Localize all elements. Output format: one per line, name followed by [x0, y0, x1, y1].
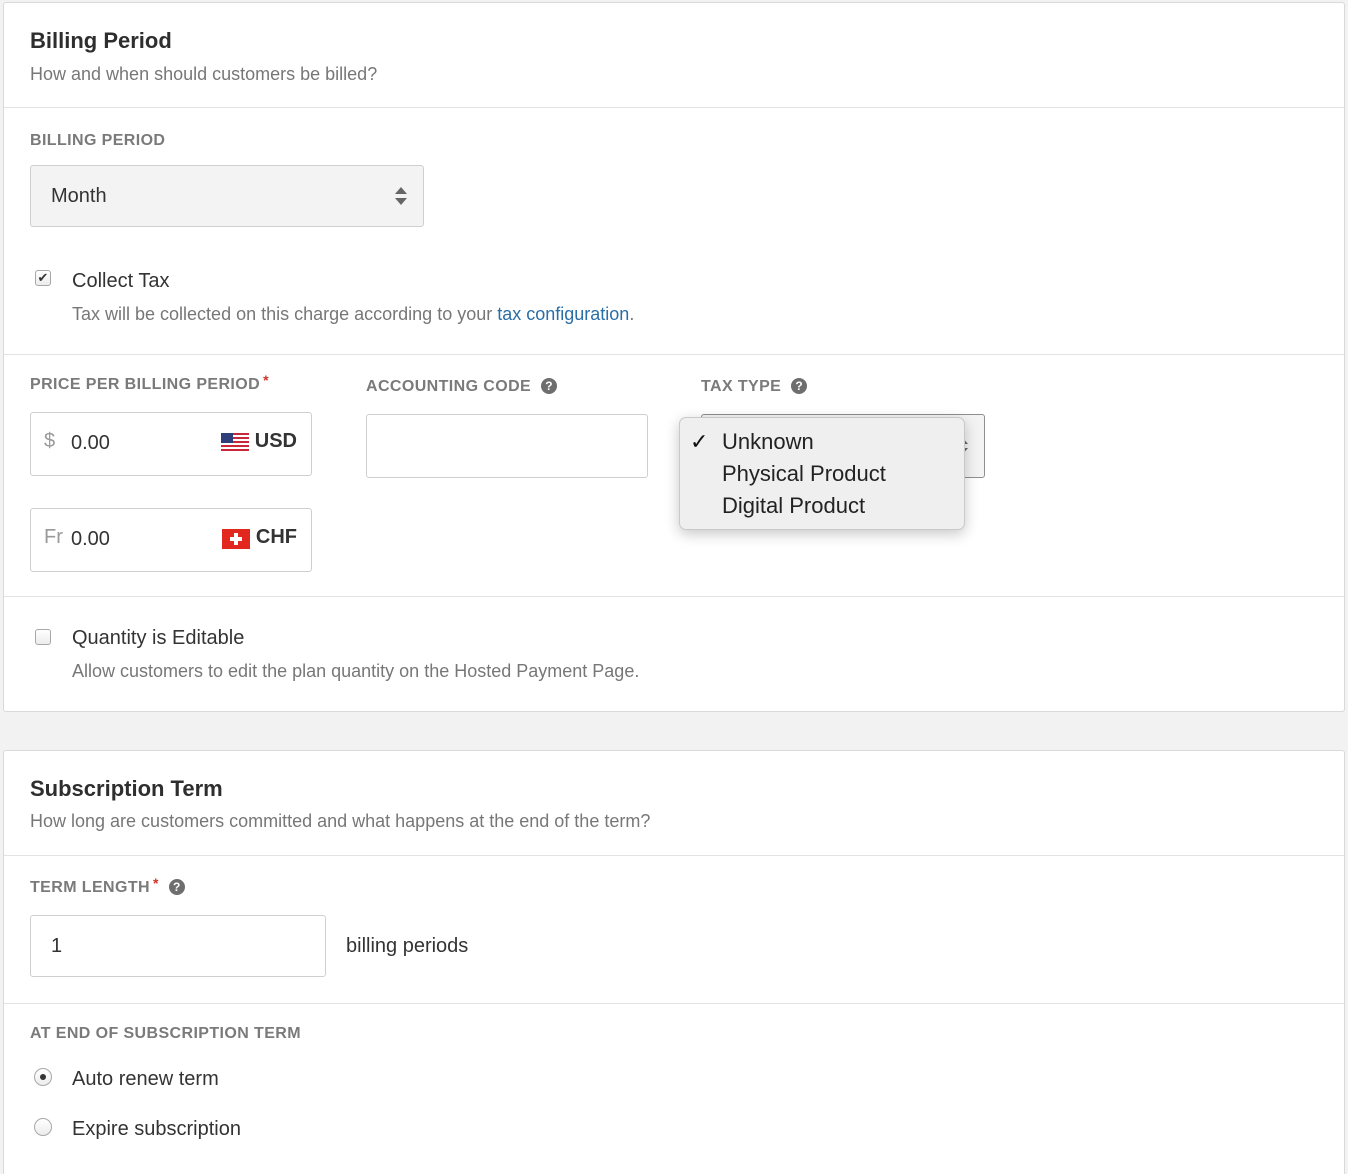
- tax-configuration-link[interactable]: tax configuration: [497, 304, 629, 324]
- billing-period-value: Month: [51, 184, 107, 207]
- billing-subtitle: How and when should customers be billed?: [30, 64, 378, 84]
- tax-type-option-unknown[interactable]: Unknown: [722, 429, 814, 455]
- tax-type-label-text: TAX TYPE: [701, 378, 782, 395]
- tax-type-option-digital[interactable]: Digital Product: [722, 493, 865, 519]
- term-subtitle: How long are customers committed and wha…: [30, 811, 651, 831]
- radio-selected-dot: [40, 1074, 46, 1080]
- term-length-input[interactable]: 1: [30, 915, 326, 977]
- expire-subscription-radio[interactable]: [34, 1118, 52, 1136]
- franc-symbol: Fr: [44, 526, 63, 548]
- price-label: PRICE PER BILLING PERIOD *: [30, 372, 269, 394]
- chf-currency-label: CHF: [255, 526, 297, 548]
- us-flag-icon: [221, 433, 249, 453]
- quantity-editable-label: Quantity is Editable: [72, 627, 245, 649]
- term-length-value: 1: [51, 935, 63, 957]
- billing-title: Billing Period: [30, 28, 172, 53]
- chf-price-input[interactable]: Fr 0.00 CHF: [30, 508, 312, 572]
- term-length-label: TERM LENGTH *?: [30, 875, 185, 897]
- accounting-code-label-text: ACCOUNTING CODE: [366, 378, 532, 395]
- collect-tax-help-suffix: .: [629, 304, 635, 324]
- usd-currency-label: USD: [254, 430, 297, 452]
- collect-tax-checkbox[interactable]: ✔: [35, 270, 51, 286]
- swiss-flag-icon: [222, 529, 250, 549]
- term-title: Subscription Term: [30, 776, 223, 801]
- billing-header: Billing Period How and when should custo…: [4, 3, 1344, 107]
- accounting-code-input[interactable]: [366, 414, 648, 478]
- help-icon[interactable]: ?: [791, 378, 808, 394]
- term-length-unit: billing periods: [346, 935, 469, 957]
- accounting-code-label: ACCOUNTING CODE?: [366, 378, 558, 396]
- quantity-section: Quantity is Editable Allow customers to …: [4, 596, 1344, 712]
- tax-type-option-physical[interactable]: Physical Product: [722, 461, 886, 487]
- billing-period-section: BILLING PERIOD Month ✔ Collect Tax Tax w…: [4, 107, 1344, 354]
- collect-tax-help-text: Tax will be collected on this charge acc…: [72, 304, 498, 324]
- quantity-editable-checkbox[interactable]: [35, 629, 51, 645]
- tax-type-label: TAX TYPE?: [701, 378, 808, 396]
- billing-period-label: BILLING PERIOD: [30, 132, 166, 149]
- subscription-term-panel: Subscription Term How long are customers…: [3, 750, 1345, 1174]
- checkmark-icon: ✓: [690, 429, 709, 454]
- collect-tax-help: Tax will be collected on this charge acc…: [72, 304, 634, 325]
- help-icon[interactable]: ?: [168, 879, 185, 895]
- auto-renew-radio[interactable]: [34, 1068, 52, 1086]
- required-mark: *: [263, 372, 269, 388]
- billing-period-panel: Billing Period How and when should custo…: [3, 2, 1345, 712]
- select-arrows-icon: [395, 187, 407, 205]
- pricing-section: PRICE PER BILLING PERIOD * $ 0.00 USD Fr …: [4, 354, 1344, 596]
- checkmark-icon: ✔: [37, 270, 49, 285]
- price-label-text: PRICE PER BILLING PERIOD: [30, 376, 261, 393]
- usd-price-input[interactable]: $ 0.00 USD: [30, 412, 312, 476]
- term-length-section: TERM LENGTH *? 1 billing periods: [4, 855, 1344, 1003]
- collect-tax-label: Collect Tax: [72, 270, 170, 292]
- usd-price-value: 0.00: [71, 432, 110, 454]
- chf-price-value: 0.00: [71, 528, 110, 550]
- expire-subscription-label: Expire subscription: [72, 1118, 241, 1140]
- auto-renew-label: Auto renew term: [72, 1068, 219, 1090]
- term-header: Subscription Term How long are customers…: [4, 751, 1344, 855]
- billing-period-select[interactable]: Month: [30, 165, 424, 227]
- dollar-symbol: $: [44, 430, 56, 452]
- end-of-term-label: AT END OF SUBSCRIPTION TERM: [30, 1025, 301, 1042]
- end-of-term-section: AT END OF SUBSCRIPTION TERM Auto renew t…: [4, 1003, 1344, 1174]
- term-length-label-text: TERM LENGTH: [30, 879, 150, 896]
- quantity-editable-help: Allow customers to edit the plan quantit…: [72, 661, 640, 681]
- tax-type-dropdown: ✓ Unknown Physical Product Digital Produ…: [679, 417, 965, 530]
- required-mark: *: [152, 875, 159, 891]
- help-icon[interactable]: ?: [541, 378, 558, 394]
